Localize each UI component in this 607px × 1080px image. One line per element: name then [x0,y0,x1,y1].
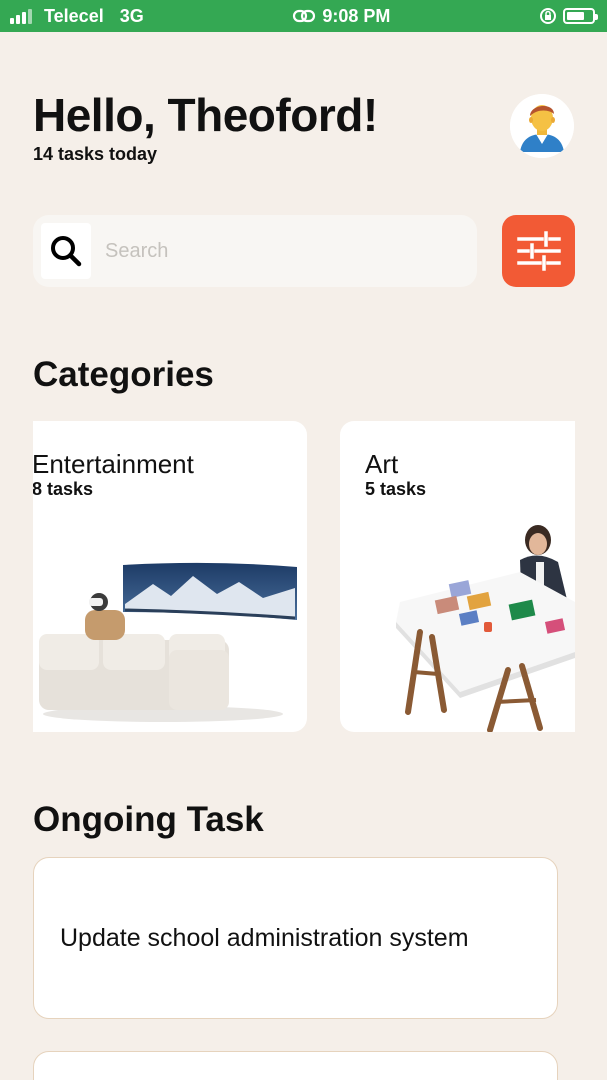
task-card[interactable]: Update school administration system [33,857,558,1019]
clock: 9:08 PM [322,5,391,26]
network-type: 3G [119,5,144,26]
task-title: Update school administration system [60,924,469,952]
category-task-count: 5 tasks [365,479,427,499]
category-card-art[interactable]: Art 5 tasks [340,421,575,732]
sliders-icon [516,231,561,271]
status-bar: Telecel 3G 9:08 PM [0,0,607,32]
link-icon [293,9,316,23]
home-screen: Telecel 3G 9:08 PM Hello, Theoford! 14 t… [0,0,607,1080]
entertainment-illustration [39,562,297,722]
greeting-title: Hello, Theoford! [33,89,378,141]
art-illustration [396,525,575,732]
search-input[interactable] [105,239,435,263]
status-bar-left: Telecel 3G [10,6,144,27]
category-name: Art [365,449,399,479]
ongoing-task-heading: Ongoing Task [33,800,264,839]
battery-icon [562,8,598,24]
tasks-today-count: 14 tasks today [33,144,158,164]
search-bar[interactable] [33,215,477,287]
rotation-lock-icon [539,8,556,24]
status-bar-center: 9:08 PM [292,6,390,27]
category-task-count: 8 tasks [33,479,94,499]
search-icon[interactable] [41,223,91,279]
category-card-entertainment[interactable]: Entertainment 8 tasks [33,421,307,732]
categories-heading: Categories [33,355,214,394]
user-avatar-icon[interactable] [510,94,574,158]
status-bar-right [539,7,598,25]
category-name: Entertainment [33,449,194,479]
signal-bars-icon [10,8,32,24]
task-card[interactable] [33,1051,558,1080]
filter-button[interactable] [502,215,575,287]
carrier-name: Telecel [44,5,104,26]
